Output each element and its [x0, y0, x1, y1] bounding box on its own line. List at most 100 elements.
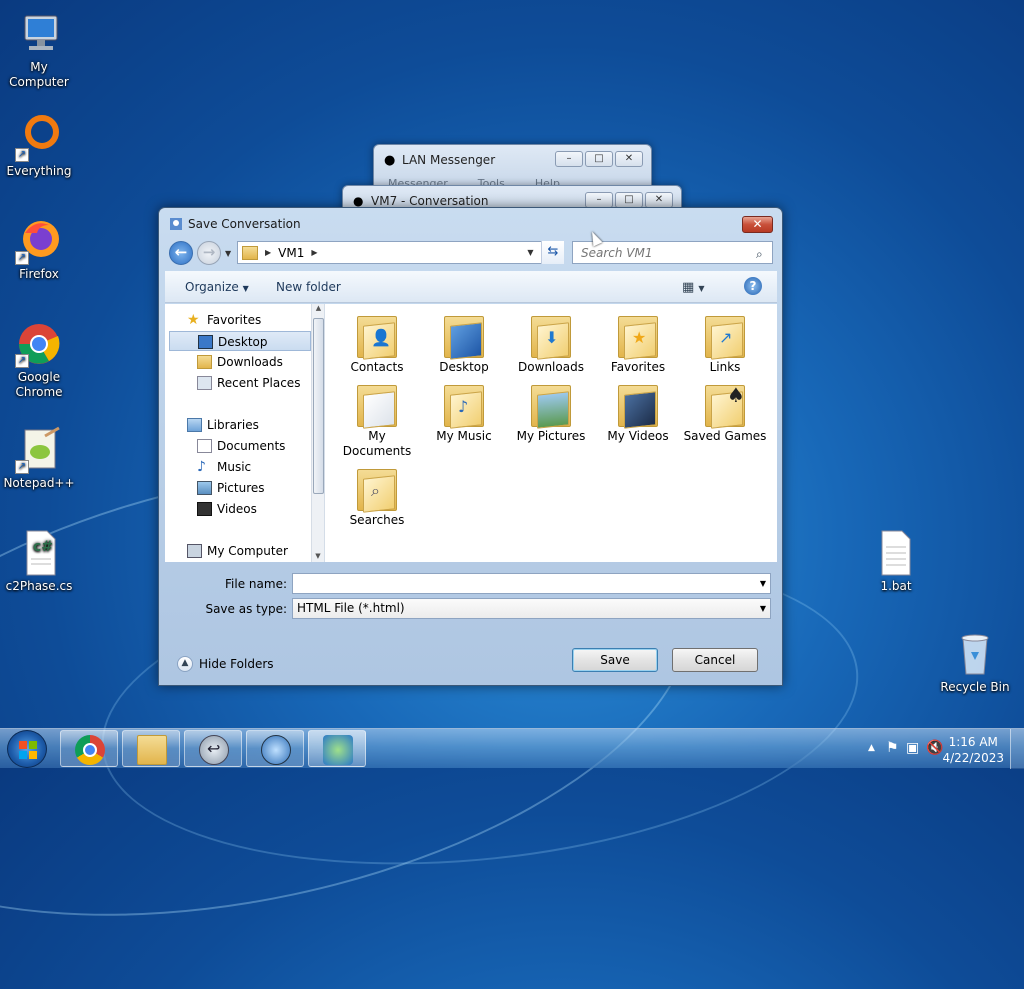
- save-type-label: Save as type:: [205, 602, 287, 616]
- hide-folders-button[interactable]: Hide Folders: [199, 657, 274, 671]
- view-options-icon[interactable]: ▦ ▼: [682, 280, 705, 295]
- desktop-icon-label: 1.bat: [880, 579, 912, 593]
- shortcut-arrow-icon: ↗: [15, 251, 29, 265]
- taskbar-lan-messenger[interactable]: [308, 730, 366, 767]
- bat-file-icon: [872, 529, 920, 577]
- save-type-select[interactable]: HTML File (*.html) ▼: [292, 598, 771, 619]
- chevron-down-icon[interactable]: ▼: [522, 248, 539, 257]
- folder-item-searches[interactable]: ⌕ Searches: [335, 467, 419, 528]
- desktop-icon-my-computer[interactable]: My Computer: [0, 10, 79, 90]
- desktop-icon-recycle-bin[interactable]: Recycle Bin: [935, 630, 1015, 695]
- computer-icon: [15, 10, 63, 58]
- nav-label: Pictures: [217, 481, 265, 495]
- desktop-icon-firefox[interactable]: ↗ Firefox: [0, 217, 79, 282]
- folder-label: My Music: [436, 429, 492, 443]
- csharp-file-icon: c#: [15, 529, 63, 577]
- maximize-icon[interactable]: □: [615, 192, 643, 208]
- help-icon[interactable]: ?: [744, 277, 762, 295]
- nav-favorites[interactable]: ★ Favorites: [165, 310, 307, 330]
- maximize-icon[interactable]: □: [585, 151, 613, 167]
- shortcut-arrow-icon: ↗: [15, 148, 29, 162]
- refresh-button[interactable]: ⇆: [541, 241, 564, 264]
- folder-item-favorites[interactable]: ★ Favorites: [596, 314, 680, 375]
- desktop-icon-notepadpp[interactable]: ↗ Notepad++: [0, 426, 79, 491]
- breadcrumb-vm1[interactable]: VM1: [278, 246, 304, 260]
- folder-item-links[interactable]: ↗ Links: [683, 314, 767, 375]
- lan-messenger-icon: ●: [384, 153, 396, 168]
- chevron-down-icon[interactable]: ▼: [760, 574, 766, 593]
- back-button[interactable]: ←: [169, 241, 193, 265]
- file-name-field[interactable]: ▼: [292, 573, 771, 594]
- music-icon: ♪: [197, 459, 206, 475]
- nav-label: Videos: [217, 502, 257, 516]
- chevron-down-icon[interactable]: ▼: [760, 599, 766, 618]
- star-icon: ★: [187, 312, 200, 328]
- document-icon: [197, 439, 212, 453]
- search-icon[interactable]: ⌕: [756, 247, 763, 262]
- folder-item-my-pictures[interactable]: My Pictures: [509, 383, 593, 444]
- app-icon: [170, 218, 182, 230]
- desktop-icon-chrome[interactable]: ↗ Google Chrome: [0, 320, 79, 400]
- organize-button[interactable]: Organize ▼: [185, 280, 249, 294]
- desktop-icon-everything[interactable]: ↗ Everything: [0, 114, 79, 179]
- folder-item-my-documents[interactable]: My Documents: [335, 383, 419, 459]
- show-desktop-button[interactable]: [1010, 729, 1024, 769]
- new-folder-button[interactable]: New folder: [276, 280, 341, 294]
- chevron-up-icon[interactable]: ▲: [177, 656, 193, 672]
- svg-text:c#: c#: [33, 539, 53, 555]
- nav-scrollbar[interactable]: ▲ ▼: [311, 304, 324, 562]
- nav-desktop[interactable]: Desktop: [169, 331, 311, 351]
- folder-label: Favorites: [610, 360, 666, 374]
- folder-item-my-music[interactable]: ♪ My Music: [422, 383, 506, 444]
- nav-pictures[interactable]: Pictures: [165, 478, 307, 498]
- scroll-up-icon[interactable]: ▲: [312, 304, 324, 312]
- folder-item-desktop[interactable]: Desktop: [422, 314, 506, 375]
- volume-muted-icon[interactable]: 🔇: [926, 740, 943, 756]
- nav-recent-places[interactable]: Recent Places: [165, 373, 307, 393]
- save-conversation-dialog[interactable]: Save Conversation ✕ ← → ▼ ▶ VM1 ▶ ▼ ⇆ ⌕ …: [158, 207, 783, 686]
- scrollbar-thumb[interactable]: [313, 318, 324, 494]
- scroll-down-icon[interactable]: ▼: [312, 552, 324, 560]
- file-name-label: File name:: [225, 577, 287, 591]
- taskbar-app-arrow[interactable]: ↩: [184, 730, 242, 767]
- nav-my-computer[interactable]: My Computer: [165, 541, 307, 561]
- desktop-icon-1bat[interactable]: 1.bat: [856, 529, 936, 594]
- breadcrumb-arrow-icon[interactable]: ▶: [265, 248, 271, 257]
- arrow-app-icon: ↩: [199, 735, 229, 765]
- folder-item-contacts[interactable]: 👤 Contacts: [335, 314, 419, 375]
- nav-music[interactable]: ♪ Music: [165, 457, 307, 477]
- action-center-flag-icon[interactable]: ⚑: [886, 740, 899, 756]
- nav-downloads[interactable]: Downloads: [165, 352, 307, 372]
- folder-label: My Videos: [607, 429, 669, 443]
- chevron-down-icon[interactable]: ▼: [225, 249, 231, 258]
- close-icon[interactable]: ✕: [645, 192, 673, 208]
- folder-item-downloads[interactable]: ⬇ Downloads: [509, 314, 593, 375]
- taskbar-chrome[interactable]: [60, 730, 118, 767]
- organize-label: Organize: [185, 280, 239, 294]
- shortcut-arrow-icon: ↗: [15, 354, 29, 368]
- nav-videos[interactable]: Videos: [165, 499, 307, 519]
- breadcrumb-arrow-icon[interactable]: ▶: [311, 248, 317, 257]
- close-button[interactable]: ✕: [742, 216, 773, 233]
- taskbar-explorer[interactable]: [122, 730, 180, 767]
- show-hidden-icons-icon[interactable]: ▲: [868, 743, 875, 753]
- minimize-icon[interactable]: –: [555, 151, 583, 167]
- forward-button[interactable]: →: [197, 241, 221, 265]
- search-input[interactable]: [572, 241, 773, 264]
- cancel-button[interactable]: Cancel: [672, 648, 758, 672]
- magnifier-icon: ⌕: [357, 467, 397, 513]
- taskbar-network-app[interactable]: [246, 730, 304, 767]
- minimize-icon[interactable]: –: [585, 192, 613, 208]
- save-button[interactable]: Save: [572, 648, 658, 672]
- nav-documents[interactable]: Documents: [165, 436, 307, 456]
- address-bar[interactable]: ▶ VM1 ▶ ▼: [237, 241, 564, 264]
- clock[interactable]: 1:16 AM 4/22/2023: [942, 734, 1004, 766]
- close-icon[interactable]: ✕: [615, 151, 643, 167]
- folder-item-my-videos[interactable]: My Videos: [596, 383, 680, 444]
- shortcut-arrow-icon: ↗: [15, 460, 29, 474]
- network-icon[interactable]: ▣: [906, 740, 919, 756]
- nav-libraries[interactable]: Libraries: [165, 415, 307, 435]
- folder-item-saved-games[interactable]: ♠ Saved Games: [683, 383, 767, 444]
- start-button[interactable]: [7, 730, 47, 768]
- desktop-icon-c2phase[interactable]: c# c2Phase.cs: [0, 529, 79, 594]
